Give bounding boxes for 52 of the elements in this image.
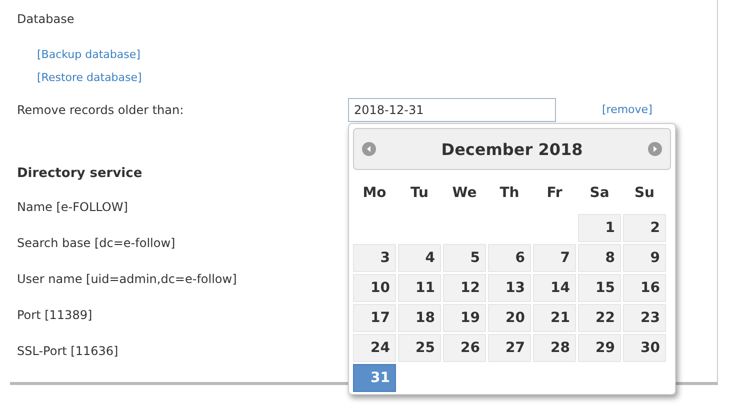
calendar-day[interactable]: 9: [623, 244, 666, 272]
calendar-day[interactable]: 11: [398, 274, 441, 302]
weekday-label: Fr: [546, 184, 564, 203]
calendar-day[interactable]: 20: [488, 304, 531, 332]
calendar-day[interactable]: 18: [398, 304, 441, 332]
weekday-label: Sa: [588, 184, 610, 203]
calendar-day[interactable]: 30: [623, 334, 666, 362]
setting-text: User name [uid=admin,dc=e-follow]: [17, 271, 237, 287]
setting-text: Port [11389]: [17, 307, 92, 323]
next-month-icon[interactable]: [648, 142, 662, 156]
remove-link[interactable]: [remove]: [602, 102, 652, 118]
calendar-day[interactable]: 24: [353, 334, 396, 362]
calendar-day[interactable]: 8: [578, 244, 621, 272]
calendar-day[interactable]: 25: [398, 334, 441, 362]
calendar-day[interactable]: 6: [488, 244, 531, 272]
setting-text: Name [e-FOLLOW]: [17, 199, 128, 215]
setting-text: Search base [dc=e-follow]: [17, 235, 176, 251]
calendar-day[interactable]: 19: [443, 304, 486, 332]
weekday-label: Su: [633, 184, 656, 203]
weekday-label: Th: [498, 184, 520, 203]
field-label: Remove records older than:: [17, 103, 185, 117]
database-link[interactable]: [Backup database]: [37, 47, 140, 63]
weekday-label: Mo: [362, 184, 388, 203]
calendar-day[interactable]: 15: [578, 274, 621, 302]
calendar-day[interactable]: 28: [533, 334, 576, 362]
setting-text: SSL-Port [11636]: [17, 343, 118, 359]
calendar-day[interactable]: 7: [533, 244, 576, 272]
calendar-day[interactable]: 10: [353, 274, 396, 302]
calendar-day[interactable]: 2: [623, 214, 666, 242]
calendar-day[interactable]: 21: [533, 304, 576, 332]
calendar-day[interactable]: 14: [533, 274, 576, 302]
calendar-day[interactable]: 12: [443, 274, 486, 302]
calendar-day[interactable]: 16: [623, 274, 666, 302]
calendar-day[interactable]: 1: [578, 214, 621, 242]
database-link[interactable]: [Restore database]: [37, 70, 142, 86]
calendar-day[interactable]: 5: [443, 244, 486, 272]
calendar-day[interactable]: 17: [353, 304, 396, 332]
calendar-day[interactable]: 4: [398, 244, 441, 272]
previous-month-icon[interactable]: [362, 142, 376, 156]
calendar-day[interactable]: 23: [623, 304, 666, 332]
section-title: Directory service: [17, 166, 144, 182]
calendar-day[interactable]: 13: [488, 274, 531, 302]
calendar-day[interactable]: 22: [578, 304, 621, 332]
calendar-day[interactable]: 27: [488, 334, 531, 362]
calendar-day[interactable]: 26: [443, 334, 486, 362]
date-input[interactable]: 2018-12-31: [348, 98, 556, 122]
section-title: Database: [17, 11, 76, 27]
calendar-day[interactable]: 29: [578, 334, 621, 362]
calendar-day[interactable]: 3: [353, 244, 396, 272]
month-title: December 2018: [441, 140, 583, 158]
weekday-label: We: [451, 184, 478, 203]
weekday-label: Tu: [410, 184, 430, 203]
